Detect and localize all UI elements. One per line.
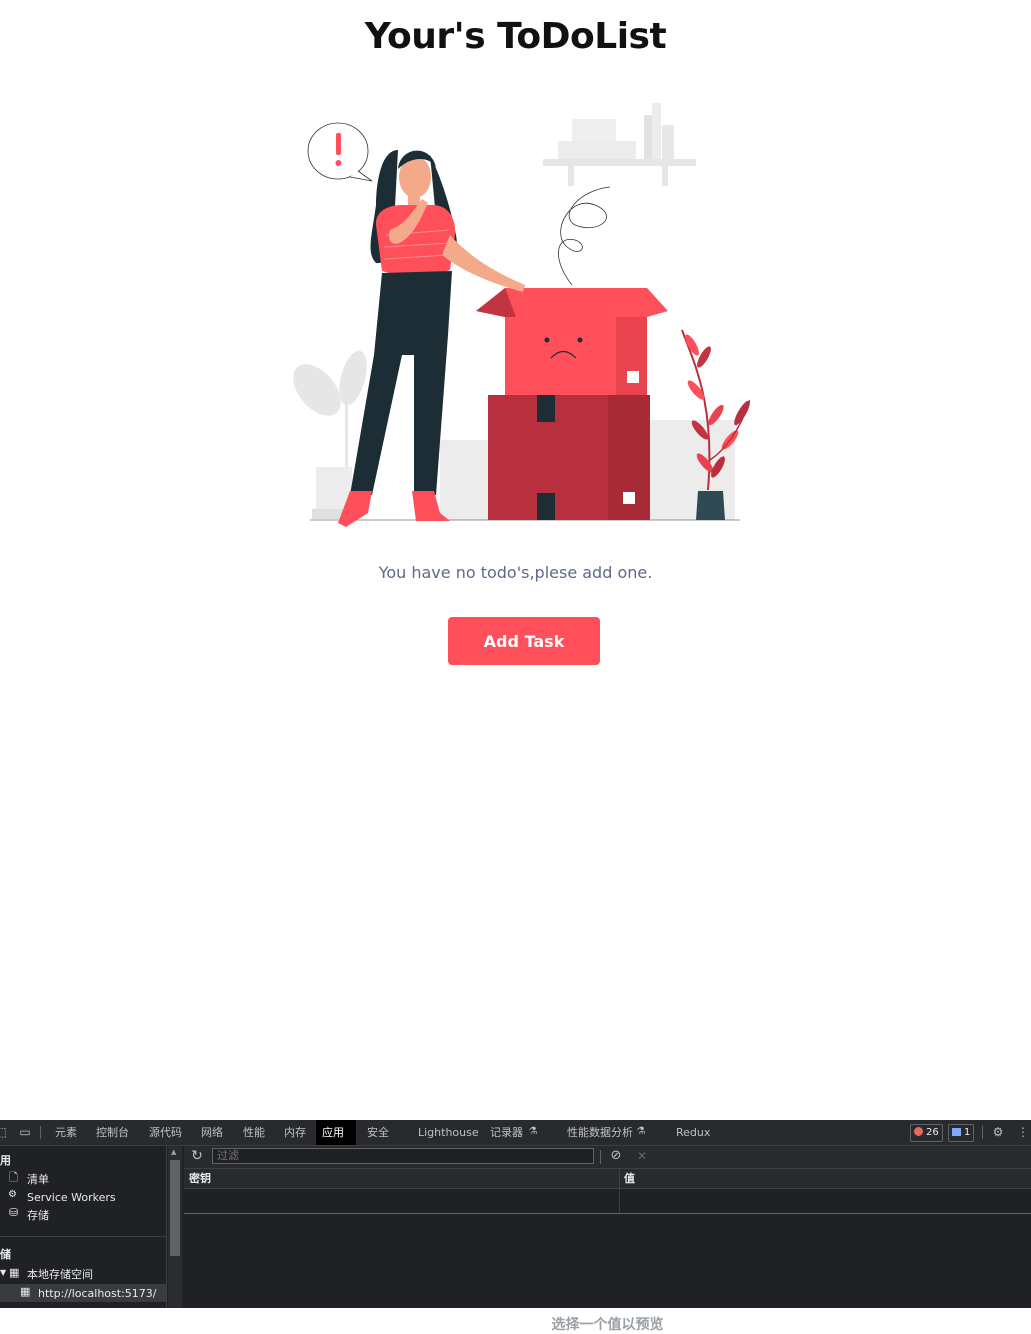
exclamation-bubble — [307, 122, 373, 182]
devtools-tab-bar: ⬚ ▭ 元素 控制台 源代码 网络 性能 内存 应用 安全 Lighthouse… — [0, 1120, 1031, 1146]
tab-network[interactable]: 网络 — [195, 1120, 229, 1145]
grid-icon: ▦ — [9, 1266, 20, 1279]
tab-elements[interactable]: 元素 — [49, 1120, 83, 1145]
tab-performance[interactable]: 性能 — [237, 1120, 271, 1145]
file-icon: 🗋 — [9, 1171, 18, 1184]
message-count-badge[interactable]: 1 — [948, 1124, 975, 1142]
flask-icon: ⚗ — [636, 1126, 646, 1137]
device-toolbar-icon[interactable]: ▭ — [17, 1125, 33, 1139]
sidebar-section-application: 用 — [0, 1154, 11, 1167]
sidebar-divider — [0, 1236, 166, 1237]
table-header: 密钥 值 — [184, 1169, 1031, 1189]
tab-lighthouse[interactable]: Lighthouse — [412, 1120, 485, 1145]
tab-security[interactable]: 安全 — [361, 1120, 395, 1145]
tab-memory[interactable]: 内存 — [278, 1120, 312, 1145]
sidebar-item-origin[interactable]: http://localhost:5173/ — [38, 1285, 156, 1303]
filter-input[interactable] — [212, 1148, 594, 1164]
sad-boxes — [476, 288, 668, 520]
tab-redux[interactable]: Redux — [670, 1120, 716, 1145]
flask-icon: ⚗ — [528, 1126, 538, 1137]
preview-placeholder: 选择一个值以预览 — [551, 1317, 664, 1333]
inspect-icon[interactable]: ⬚ — [0, 1125, 8, 1139]
sidebar-scrollbar[interactable]: ▲ — [168, 1146, 182, 1308]
empty-state-message: You have no todo's,plese add one. — [378, 563, 653, 582]
refresh-icon[interactable]: ↻ — [190, 1149, 204, 1163]
table-row[interactable] — [184, 1189, 1031, 1214]
cogs-icon: ⚙ — [8, 1189, 17, 1200]
column-value[interactable]: 值 — [624, 1169, 635, 1188]
message-count: 1 — [964, 1127, 971, 1138]
database-icon: ⛁ — [9, 1206, 19, 1219]
tab-sources[interactable]: 源代码 — [143, 1120, 188, 1145]
error-count-badge[interactable]: 26 — [910, 1124, 943, 1142]
sidebar-section-storage: 储 — [0, 1248, 11, 1261]
expand-arrow-icon[interactable]: ▼ — [0, 1264, 6, 1282]
page-title: Your's ToDoList — [364, 16, 667, 57]
sidebar-item-storage[interactable]: 存储 — [27, 1207, 49, 1225]
add-task-button[interactable]: Add Task — [448, 617, 600, 665]
grid-icon: ▦ — [20, 1285, 31, 1298]
more-options-icon[interactable]: ⋮ — [1016, 1125, 1030, 1139]
sidebar-item-local-storage[interactable]: 本地存储空间 — [27, 1266, 93, 1284]
scrollbar-thumb[interactable] — [170, 1160, 180, 1256]
tab-console[interactable]: 控制台 — [90, 1120, 135, 1145]
message-icon — [952, 1128, 961, 1136]
empty-state-illustration — [293, 103, 750, 527]
delete-selected-icon[interactable]: ✕ — [635, 1149, 649, 1163]
sidebar-item-manifest[interactable]: 清单 — [27, 1171, 49, 1189]
swirl-line — [558, 186, 611, 286]
column-key[interactable]: 密钥 — [189, 1169, 211, 1188]
toolbar-divider — [982, 1126, 983, 1139]
tab-application[interactable]: 应用 — [316, 1120, 356, 1145]
scroll-up-icon[interactable]: ▲ — [171, 1148, 176, 1156]
sidebar-item-service-workers[interactable]: Service Workers — [27, 1189, 116, 1207]
toolbar-divider — [600, 1150, 601, 1164]
tab-performance-insights[interactable]: 性能数据分析 — [561, 1120, 639, 1145]
devtools-panel: ⬚ ▭ 元素 控制台 源代码 网络 性能 内存 应用 安全 Lighthouse… — [0, 1120, 1031, 1333]
error-icon — [914, 1127, 923, 1136]
filter-toolbar: ↻ ⊘ ✕ — [184, 1146, 1031, 1169]
shelf — [543, 103, 696, 186]
gear-icon[interactable]: ⚙ — [991, 1125, 1005, 1139]
storage-table-pane: ↻ ⊘ ✕ 密钥 值 选择一个值以预览 — [184, 1146, 1031, 1333]
clear-all-icon[interactable]: ⊘ — [609, 1149, 623, 1163]
todo-app: Your's ToDoList You have no todo's,plese… — [0, 0, 1031, 1120]
tab-recorder[interactable]: 记录器 — [484, 1120, 529, 1145]
application-sidebar: 用 🗋 清单 ⚙ Service Workers ⛁ 存储 储 ▼ ▦ 本地存储… — [0, 1146, 167, 1308]
error-count: 26 — [926, 1127, 939, 1138]
toolbar-divider — [40, 1126, 41, 1139]
